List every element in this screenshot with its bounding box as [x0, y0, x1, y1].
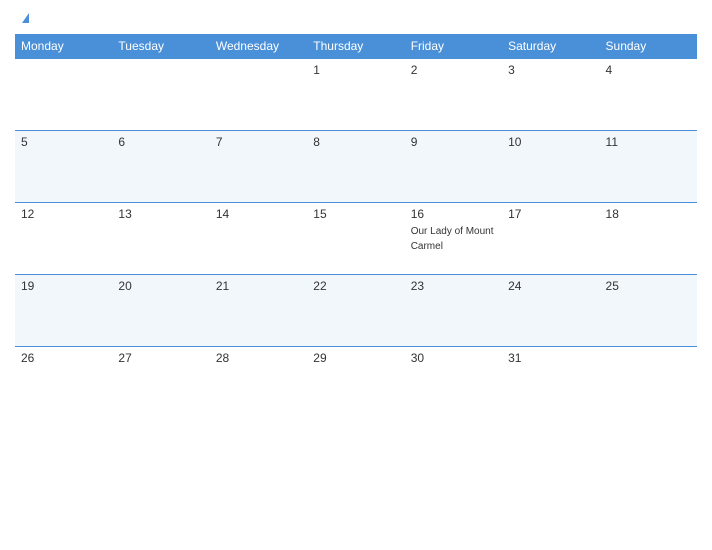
calendar-day-cell: 27	[112, 347, 209, 419]
calendar-container: MondayTuesdayWednesdayThursdayFridaySatu…	[0, 0, 712, 550]
calendar-day-cell: 4	[600, 59, 697, 131]
calendar-day-cell: 28	[210, 347, 307, 419]
day-number: 28	[216, 351, 301, 365]
calendar-day-cell: 17	[502, 203, 599, 275]
calendar-day-cell: 10	[502, 131, 599, 203]
calendar-day-cell: 14	[210, 203, 307, 275]
calendar-day-cell: 15	[307, 203, 404, 275]
calendar-day-cell: 11	[600, 131, 697, 203]
logo-triangle-icon	[22, 13, 29, 23]
calendar-day-cell: 5	[15, 131, 112, 203]
weekday-header-row: MondayTuesdayWednesdayThursdayFridaySatu…	[15, 34, 697, 59]
day-number: 29	[313, 351, 398, 365]
day-number: 18	[606, 207, 691, 221]
day-number: 20	[118, 279, 203, 293]
calendar-day-cell: 12	[15, 203, 112, 275]
calendar-day-cell: 30	[405, 347, 502, 419]
calendar-day-cell: 3	[502, 59, 599, 131]
calendar-day-cell: 29	[307, 347, 404, 419]
calendar-day-cell: 19	[15, 275, 112, 347]
day-number: 9	[411, 135, 496, 149]
day-number: 14	[216, 207, 301, 221]
day-number: 23	[411, 279, 496, 293]
day-number: 12	[21, 207, 106, 221]
day-number: 24	[508, 279, 593, 293]
day-number: 30	[411, 351, 496, 365]
weekday-header-friday: Friday	[405, 34, 502, 59]
weekday-header-sunday: Sunday	[600, 34, 697, 59]
calendar-day-cell: 23	[405, 275, 502, 347]
day-number: 27	[118, 351, 203, 365]
calendar-day-cell: 18	[600, 203, 697, 275]
calendar-day-cell: 24	[502, 275, 599, 347]
calendar-week-row: 1234	[15, 59, 697, 131]
day-number: 11	[606, 135, 691, 149]
day-number: 19	[21, 279, 106, 293]
calendar-week-row: 26 27 28 29 30 31	[15, 347, 697, 419]
calendar-day-cell: 20	[112, 275, 209, 347]
calendar-day-cell: 22	[307, 275, 404, 347]
calendar-header	[15, 10, 697, 26]
day-number: 3	[508, 63, 593, 77]
weekday-header-thursday: Thursday	[307, 34, 404, 59]
day-number: 21	[216, 279, 301, 293]
weekday-header-wednesday: Wednesday	[210, 34, 307, 59]
calendar-day-cell: 16 Our Lady of Mount Carmel	[405, 203, 502, 275]
calendar-day-cell: 6	[112, 131, 209, 203]
calendar-grid: MondayTuesdayWednesdayThursdayFridaySatu…	[15, 34, 697, 419]
logo-top-row	[20, 10, 29, 26]
day-number: 4	[606, 63, 691, 77]
day-number: 17	[508, 207, 593, 221]
calendar-day-cell: 7	[210, 131, 307, 203]
day-number: 7	[216, 135, 301, 149]
day-number: 13	[118, 207, 203, 221]
day-number: 15	[313, 207, 398, 221]
calendar-day-cell	[112, 59, 209, 131]
calendar-day-cell: 1	[307, 59, 404, 131]
day-number: 6	[118, 135, 203, 149]
calendar-day-cell: 8	[307, 131, 404, 203]
day-number: 26	[21, 351, 106, 365]
calendar-day-cell: 2	[405, 59, 502, 131]
weekday-header-saturday: Saturday	[502, 34, 599, 59]
day-number: 22	[313, 279, 398, 293]
holiday-label: Our Lady of Mount Carmel	[411, 226, 494, 252]
calendar-day-cell: 26	[15, 347, 112, 419]
day-number: 2	[411, 63, 496, 77]
calendar-day-cell: 9	[405, 131, 502, 203]
calendar-day-cell	[15, 59, 112, 131]
day-number: 16	[411, 207, 496, 221]
day-number: 25	[606, 279, 691, 293]
day-number: 5	[21, 135, 106, 149]
day-number: 8	[313, 135, 398, 149]
calendar-day-cell: 21	[210, 275, 307, 347]
calendar-day-cell: 13	[112, 203, 209, 275]
logo	[20, 10, 29, 26]
calendar-day-cell: 31	[502, 347, 599, 419]
calendar-day-cell	[210, 59, 307, 131]
weekday-header-tuesday: Tuesday	[112, 34, 209, 59]
calendar-week-row: 19 20 21 22 23 24 25	[15, 275, 697, 347]
calendar-week-row: 12 13 14 15 16 Our Lady of Mount Carmel 17 18	[15, 203, 697, 275]
calendar-day-cell: 25	[600, 275, 697, 347]
weekday-header-monday: Monday	[15, 34, 112, 59]
calendar-week-row: 56789 10 11	[15, 131, 697, 203]
calendar-day-cell	[600, 347, 697, 419]
day-number: 10	[508, 135, 593, 149]
day-number: 1	[313, 63, 398, 77]
day-number: 31	[508, 351, 593, 365]
